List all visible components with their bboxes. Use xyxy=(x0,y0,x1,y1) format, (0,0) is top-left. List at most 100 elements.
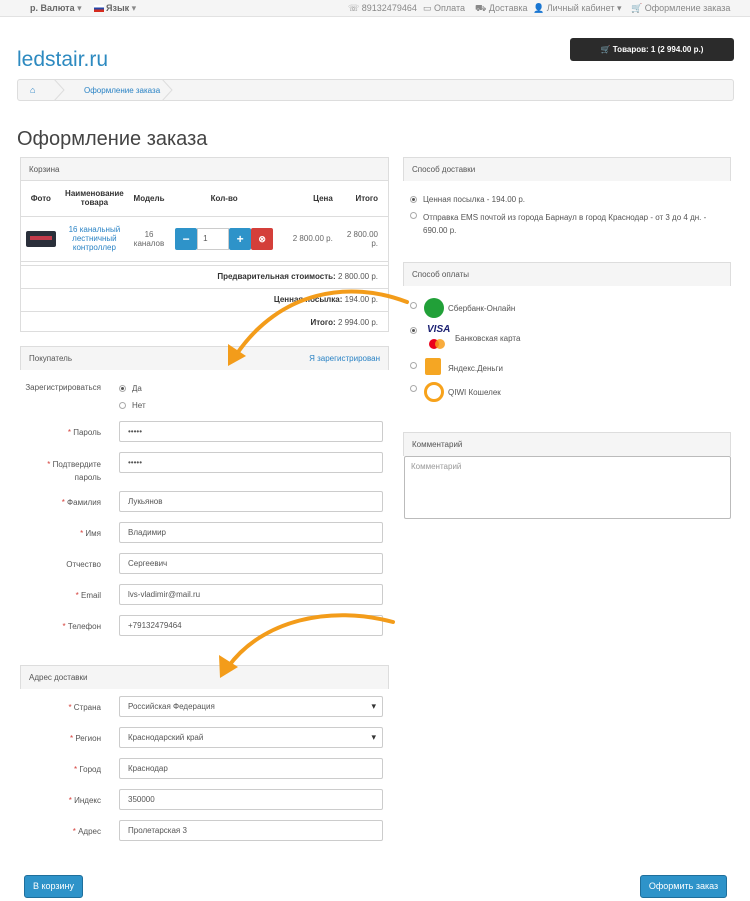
register-label: Зарегистрироваться xyxy=(25,383,101,392)
cart-table: Фото Наименование товара Модель Кол-во Ц… xyxy=(21,181,388,262)
middlename-label: Отчество xyxy=(66,560,101,569)
cart-panel-title: Корзина xyxy=(21,158,388,181)
col-model: Модель xyxy=(128,181,170,217)
breadcrumb: ⌂ Оформление заказа xyxy=(17,79,734,101)
phone-link[interactable]: ☏ 89132479464 xyxy=(348,3,417,14)
comment-panel: Комментарий xyxy=(403,432,731,456)
product-total: 2 800.00 р. xyxy=(335,216,388,262)
quantity-input[interactable]: 1 xyxy=(197,227,230,250)
region-label: * Регион xyxy=(69,734,101,743)
payment-card-radio[interactable] xyxy=(410,327,417,334)
payment-yandex-radio[interactable] xyxy=(410,362,417,369)
top-bar: р. Валюта ▾ Язык ▾ ☏ 89132479464 ▭ Оплат… xyxy=(0,0,750,17)
address-panel: Адрес доставки xyxy=(20,665,389,689)
street-label: * Адрес xyxy=(72,827,101,836)
remove-button[interactable]: ⊗ xyxy=(251,227,274,250)
payment-qiwi-radio[interactable] xyxy=(410,385,417,392)
cart-icon: 🛒 xyxy=(631,3,643,13)
zip-label: * Индекс xyxy=(68,796,101,805)
middlename-input[interactable]: Сергеевич xyxy=(119,553,383,574)
product-price: 2 800.00 р. xyxy=(278,216,336,262)
card-icon: ▭ xyxy=(423,3,432,13)
comment-textarea[interactable]: Комментарий xyxy=(404,456,731,519)
site-logo[interactable]: ledstair.ru xyxy=(17,48,108,72)
russia-flag-icon xyxy=(94,5,104,12)
col-price: Цена xyxy=(278,181,336,217)
product-image[interactable] xyxy=(25,230,56,247)
confirm-password-input[interactable]: ••••• xyxy=(119,452,383,473)
register-yes-radio[interactable] xyxy=(119,385,126,392)
mastercard-icon xyxy=(429,339,445,349)
submit-order-button[interactable]: Оформить заказ xyxy=(640,875,727,898)
visa-icon: VISA xyxy=(427,324,451,335)
home-icon[interactable]: ⌂ xyxy=(30,85,39,95)
truck-icon: ⛟ xyxy=(475,3,487,13)
firstname-label: * Имя xyxy=(80,529,101,538)
currency-dropdown[interactable]: р. Валюта ▾ xyxy=(30,3,82,14)
subtotal-row: Предварительная стоимость: 2 800.00 р. xyxy=(21,265,388,286)
breadcrumb-current[interactable]: Оформление заказа xyxy=(84,86,160,95)
table-row: 16 канальный лестничный контроллер 16 ка… xyxy=(21,216,388,262)
sberbank-icon xyxy=(424,298,444,318)
payment-sber-label: Сбербанк-Онлайн xyxy=(448,304,516,313)
payment-panel: Способ оплаты xyxy=(403,262,731,286)
language-dropdown[interactable]: Язык ▾ xyxy=(94,3,136,14)
shipping-option-1-label: Ценная посылка - 194.00 р. xyxy=(423,195,526,204)
page-title: Оформление заказа xyxy=(17,128,208,150)
cart-icon: 🛒 xyxy=(600,45,611,54)
country-select[interactable]: Российская Федерация xyxy=(119,696,383,717)
password-input[interactable]: ••••• xyxy=(119,421,383,442)
col-name: Наименование товара xyxy=(60,181,129,217)
country-label: * Страна xyxy=(68,703,101,712)
payment-sber-radio[interactable] xyxy=(410,302,417,309)
shipping-panel-title: Способ доставки xyxy=(404,158,730,181)
shipping-panel: Способ доставки xyxy=(403,157,731,181)
phone-label: * Телефон xyxy=(62,622,101,631)
already-registered-link[interactable]: Я зарегистрирован xyxy=(309,354,380,363)
email-input[interactable]: lvs-vladimir@mail.ru xyxy=(119,584,383,605)
payment-yandex-label: Яндекс.Деньги xyxy=(448,364,503,373)
lastname-label: * Фамилия xyxy=(61,498,101,507)
user-icon: 👤 xyxy=(533,3,545,13)
breadcrumb-separator xyxy=(161,79,173,101)
payment-panel-title: Способ оплаты xyxy=(404,263,730,286)
shipping-option-1-radio[interactable] xyxy=(410,196,417,203)
col-total: Итого xyxy=(335,181,388,217)
plus-button[interactable]: + xyxy=(229,227,252,250)
payment-link[interactable]: ▭ Оплата xyxy=(423,3,465,14)
payment-card-label: Банковская карта xyxy=(455,334,521,343)
password-label: * Пароль xyxy=(67,428,101,437)
checkout-link[interactable]: 🛒 Оформление заказа xyxy=(631,3,730,14)
col-photo: Фото xyxy=(21,181,61,217)
product-link[interactable]: 16 канальный лестничный контроллер xyxy=(69,225,121,252)
breadcrumb-separator xyxy=(53,79,65,101)
col-qty: Кол-во xyxy=(169,181,279,217)
account-dropdown[interactable]: 👤 Личный кабинет ▾ xyxy=(533,3,621,14)
region-select[interactable]: Краснодарский край xyxy=(119,727,383,748)
cart-summary-button[interactable]: 🛒 Товаров: 1 (2 994.00 р.) xyxy=(570,38,734,61)
shipping-option-2-label: Отправка EMS почтой из города Барнаул в … xyxy=(423,213,707,235)
yandex-money-icon xyxy=(425,358,441,375)
buyer-panel: Покупатель Я зарегистрирован xyxy=(20,346,389,370)
city-input[interactable]: Краснодар xyxy=(119,758,383,779)
qiwi-icon xyxy=(424,382,444,402)
firstname-input[interactable]: Владимир xyxy=(119,522,383,543)
minus-button[interactable]: − xyxy=(175,227,198,250)
confirm-password-label: * Подтвердите пароль xyxy=(47,460,101,482)
lastname-input[interactable]: Лукьянов xyxy=(119,491,383,512)
shipping-option-2-radio[interactable] xyxy=(410,212,417,219)
back-to-cart-button[interactable]: В корзину xyxy=(24,875,83,898)
phone-input[interactable]: +79132479464 xyxy=(119,615,383,636)
street-input[interactable]: Пролетарская 3 xyxy=(119,820,383,841)
phone-icon: ☏ xyxy=(348,3,360,13)
zip-input[interactable]: 350000 xyxy=(119,789,383,810)
email-label: * Email xyxy=(75,591,101,600)
shipping-row: Ценная посылка: 194.00 р. xyxy=(21,288,388,309)
register-no-label: Нет xyxy=(132,401,146,410)
delivery-link[interactable]: ⛟ Доставка xyxy=(475,3,528,15)
comment-panel-title: Комментарий xyxy=(404,433,730,456)
register-yes-label: Да xyxy=(132,384,142,393)
cart-panel: Корзина Фото Наименование товара Модель … xyxy=(20,157,389,332)
register-no-radio[interactable] xyxy=(119,402,126,409)
total-row: Итого: 2 994.00 р. xyxy=(21,311,388,332)
